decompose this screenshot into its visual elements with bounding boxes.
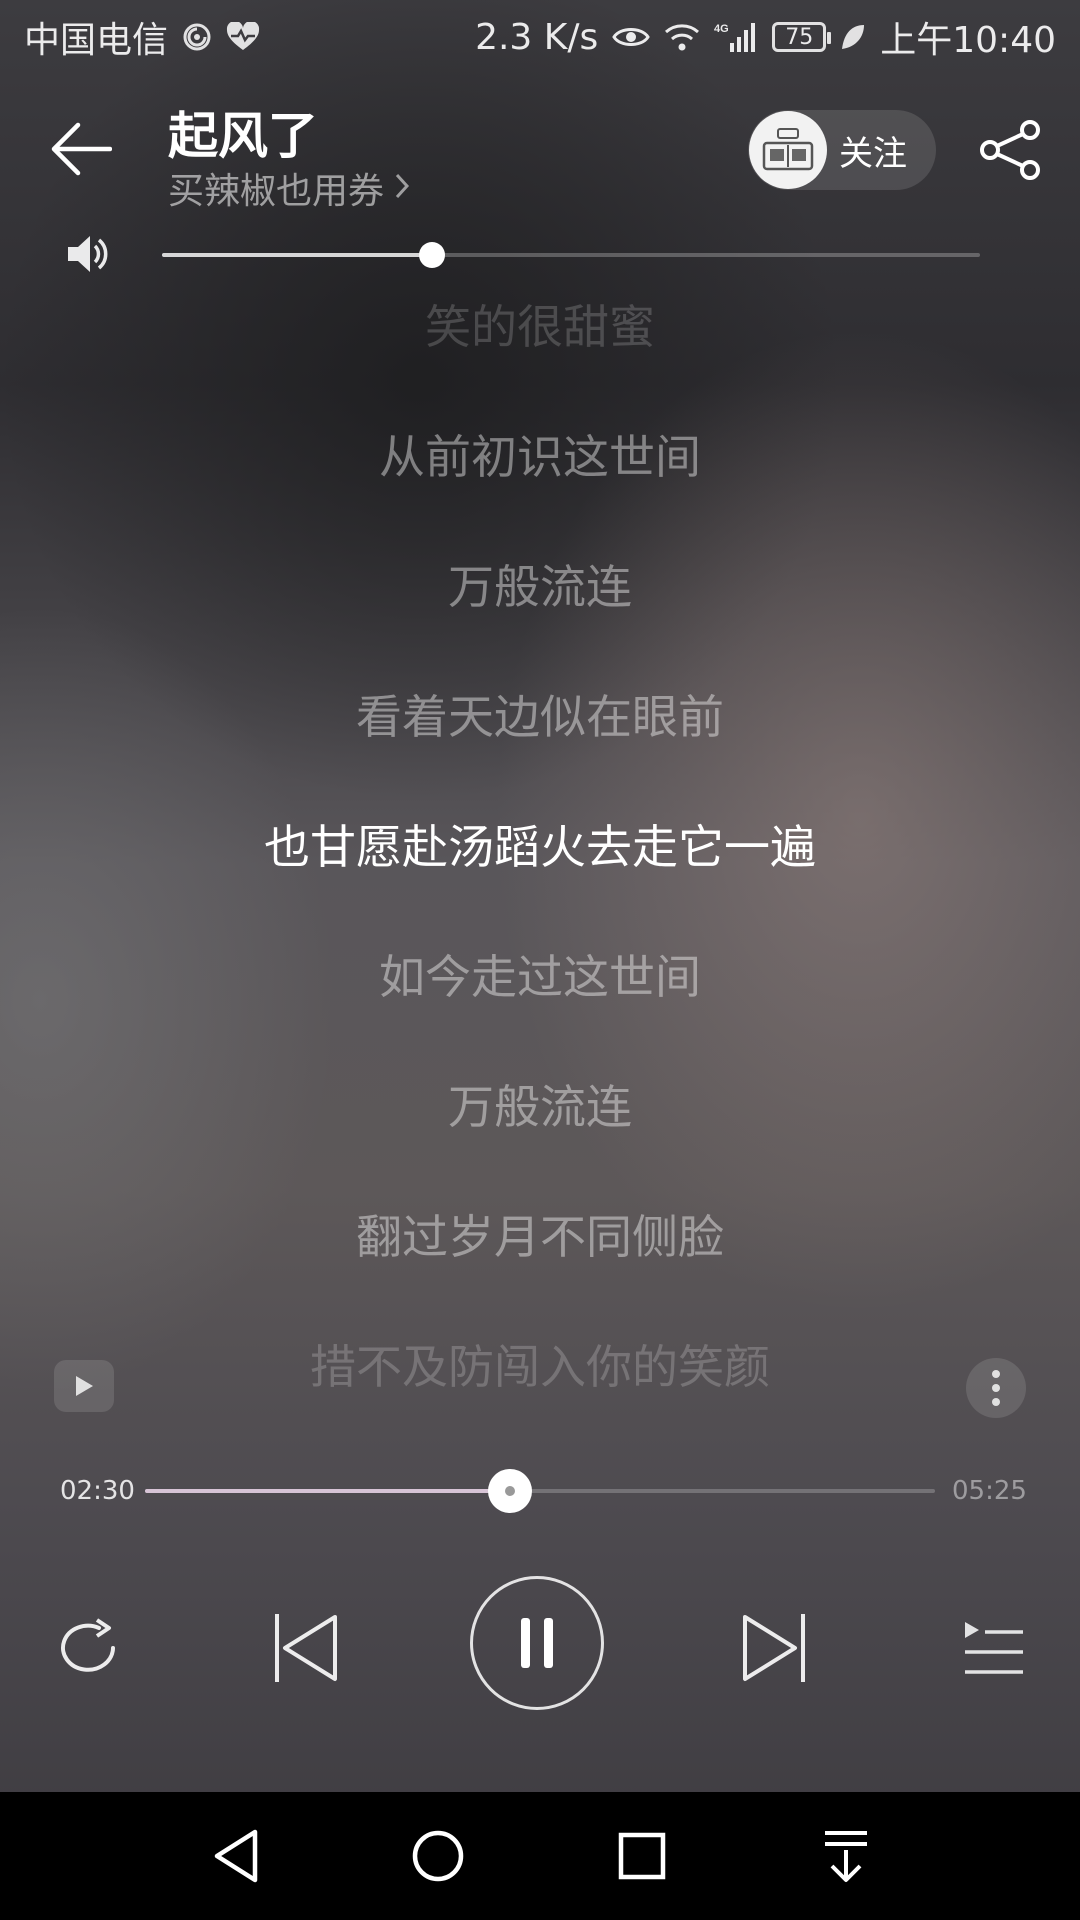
share-icon [980, 120, 1040, 180]
wifi-icon [664, 22, 700, 52]
current-time: 02:30 [60, 1476, 135, 1506]
play-pause-button[interactable] [470, 1576, 604, 1710]
nav-back-button[interactable] [204, 1824, 268, 1888]
mv-button[interactable] [54, 1360, 114, 1412]
triangle-back-icon [214, 1829, 258, 1883]
volume-slider[interactable] [162, 242, 980, 268]
repeat-button[interactable] [48, 1608, 128, 1688]
skip-next-icon [743, 1614, 805, 1682]
playback-progress: 02:30 05:25 [0, 1469, 1080, 1513]
lyric-line[interactable]: 看着天边似在眼前 [0, 682, 1080, 812]
nav-recents-button[interactable] [610, 1824, 674, 1888]
lyric-line[interactable]: 笑的很甜蜜 [0, 292, 1080, 422]
lyric-line[interactable]: 万般流连 [0, 1072, 1080, 1202]
artist-name: 买辣椒也用券 [168, 171, 385, 212]
follow-button[interactable]: 关注 [748, 110, 936, 190]
lyric-line[interactable]: 万般流连 [0, 552, 1080, 682]
share-button[interactable] [974, 114, 1046, 186]
next-track-button[interactable] [734, 1608, 814, 1688]
avatar-illustration-icon [762, 128, 814, 171]
arrow-left-icon [51, 122, 112, 176]
artist-avatar [749, 111, 827, 189]
leaf-icon [840, 23, 866, 51]
follow-label: 关注 [839, 133, 907, 174]
lyric-line[interactable]: 如今走过这世间 [0, 942, 1080, 1072]
signal-4g-icon: 4G [714, 21, 758, 53]
lyric-line[interactable]: 翻过岁月不同侧脸 [0, 1202, 1080, 1332]
total-time: 05:25 [952, 1476, 1027, 1506]
repeat-icon [61, 1618, 115, 1672]
back-button[interactable] [46, 114, 116, 184]
circle-home-icon [412, 1830, 464, 1882]
lyric-line-current[interactable]: 也甘愿赴汤蹈火去走它一遍 [0, 812, 1080, 942]
chevron-right-icon [394, 168, 410, 209]
previous-track-button[interactable] [266, 1608, 346, 1688]
music-player-screen: 中国电信 2.3 K/s 4G 75 上午10:40 起风了 买辣椒也用券 关注… [0, 0, 1080, 1920]
playback-controls [0, 1572, 1080, 1718]
netease-swirl-icon [182, 22, 212, 52]
volume-knob[interactable] [418, 242, 445, 268]
more-vertical-icon [992, 1370, 1000, 1406]
clock: 上午10:40 [880, 20, 1056, 61]
system-nav-bar [0, 1792, 1080, 1920]
svg-text:4G: 4G [714, 23, 729, 35]
pull-down-icon [825, 1831, 867, 1882]
nav-notification-button[interactable] [814, 1824, 878, 1888]
nav-home-button[interactable] [406, 1824, 470, 1888]
lyrics-panel[interactable]: 笑的很甜蜜 从前初识这世间 万般流连 看着天边似在眼前 也甘愿赴汤蹈火去走它一遍… [0, 292, 1080, 1462]
video-play-icon [76, 1376, 93, 1396]
progress-slider[interactable] [145, 1469, 935, 1513]
player-header: 起风了 买辣椒也用券 关注 [0, 92, 1080, 212]
status-left: 中国电信 [24, 11, 260, 63]
song-title: 起风了 [168, 107, 318, 165]
lyric-line[interactable]: 措不及防闯入你的笑颜 [0, 1332, 1080, 1462]
progress-knob[interactable] [487, 1469, 532, 1513]
artist-link[interactable]: 买辣椒也用券 [168, 162, 410, 214]
square-recents-icon [618, 1832, 666, 1880]
more-options-button[interactable] [966, 1358, 1026, 1418]
playlist-button[interactable] [954, 1608, 1034, 1688]
net-speed: 2.3 K/s [475, 16, 599, 58]
battery-indicator: 75 [772, 22, 832, 52]
volume-fill [162, 253, 432, 257]
volume-control [0, 230, 1080, 280]
heart-rate-icon [226, 22, 260, 52]
lyric-line[interactable]: 从前初识这世间 [0, 422, 1080, 552]
status-right: 2.3 K/s 4G 75 上午10:40 [475, 11, 1056, 63]
speaker-icon[interactable] [66, 232, 108, 280]
pause-icon [521, 1618, 553, 1668]
progress-fill [145, 1489, 510, 1493]
status-bar: 中国电信 2.3 K/s 4G 75 上午10:40 [0, 0, 1080, 74]
carrier-label: 中国电信 [24, 20, 169, 61]
playlist-icon [965, 1622, 1023, 1674]
eye-icon [612, 24, 651, 50]
skip-previous-icon [275, 1614, 337, 1682]
